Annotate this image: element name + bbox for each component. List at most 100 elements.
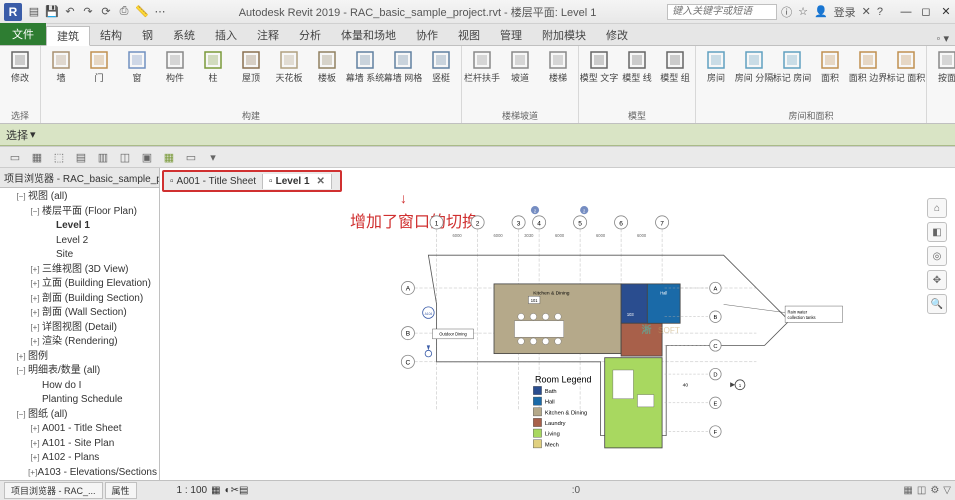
tree-toggle-icon[interactable]: [−] — [14, 409, 28, 421]
ribbon-tab[interactable]: 钢 — [132, 25, 163, 45]
nav-home-icon[interactable]: ⌂ — [927, 198, 947, 218]
ribbon-tab[interactable]: 体量和场地 — [331, 25, 406, 45]
ribbon-button[interactable]: 标记 面积 — [890, 48, 922, 84]
tree-item[interactable]: [−]图纸 (all) — [2, 408, 157, 423]
status-tab[interactable]: 属性 — [105, 482, 137, 499]
ribbon-tab[interactable]: 系统 — [163, 25, 205, 45]
ribbon-button[interactable]: 楼梯 — [542, 48, 574, 84]
ribbon-tab[interactable]: 协作 — [406, 25, 448, 45]
tree-toggle-icon[interactable]: [+] — [28, 438, 42, 450]
vc-icon[interactable]: ▦ — [28, 149, 46, 165]
ribbon-tab[interactable]: 修改 — [596, 25, 638, 45]
tree-item[interactable]: [+]图例 — [2, 350, 157, 365]
tree-toggle-icon[interactable]: [−] — [14, 191, 28, 203]
user-icon[interactable]: 👤 — [814, 5, 828, 18]
tree-item[interactable]: [−]视图 (all) — [2, 190, 157, 205]
tree-item[interactable]: Level 1 — [2, 219, 157, 234]
tree-toggle-icon[interactable]: [+] — [28, 278, 42, 290]
vc-icon[interactable]: ▾ — [204, 149, 222, 165]
ribbon-button[interactable]: 楼板 — [311, 48, 343, 84]
status-icon[interactable]: ⚙ — [930, 485, 939, 496]
ribbon-tab[interactable]: 插入 — [205, 25, 247, 45]
ribbon-button[interactable]: 幕墙 系统 — [349, 48, 381, 84]
ribbon-button[interactable]: 构件 — [159, 48, 191, 84]
nav-cube-icon[interactable]: ◧ — [927, 222, 947, 242]
tree-toggle-icon[interactable]: [+] — [14, 351, 28, 363]
vc-icon[interactable]: ▭ — [182, 149, 200, 165]
ribbon-button[interactable]: 修改 — [4, 48, 36, 84]
status-icon[interactable]: ▦ — [903, 485, 912, 496]
qat-open-icon[interactable]: ▤ — [26, 4, 42, 20]
status-icon[interactable]: ▤ — [239, 485, 248, 496]
qat-undo-icon[interactable]: ↶ — [62, 4, 78, 20]
ribbon-tab[interactable]: 分析 — [289, 25, 331, 45]
canvas[interactable]: ▫A001 - Title Sheet▫Level 1✕ ↓ 增加了窗口的切换 … — [160, 168, 955, 480]
ribbon-button[interactable]: 栏杆扶手 — [466, 48, 498, 84]
tree-item[interactable]: [−]楼层平面 (Floor Plan) — [2, 205, 157, 220]
ribbon-tab[interactable]: 视图 — [448, 25, 490, 45]
vc-icon[interactable]: ▦ — [160, 149, 178, 165]
vc-icon[interactable]: ▭ — [6, 149, 24, 165]
vc-icon[interactable]: ⬚ — [50, 149, 68, 165]
vc-icon[interactable]: ▤ — [72, 149, 90, 165]
status-icon[interactable]: ✂ — [231, 485, 239, 496]
qat-measure-icon[interactable]: 📏 — [134, 4, 150, 20]
qat-save-icon[interactable]: 💾 — [44, 4, 60, 20]
ribbon-tab[interactable]: 建筑 — [46, 26, 90, 46]
tree-item[interactable]: [+]三维视图 (3D View) — [2, 263, 157, 278]
tree-toggle-icon[interactable]: [+] — [28, 452, 42, 464]
ribbon-tab[interactable]: 结构 — [90, 25, 132, 45]
tree-item[interactable]: Level 2 — [2, 234, 157, 249]
file-tab[interactable]: 文件 — [0, 23, 46, 45]
ribbon-tab[interactable]: 注释 — [247, 25, 289, 45]
ribbon-button[interactable]: 坡道 — [504, 48, 536, 84]
tree-toggle-icon[interactable]: [+] — [28, 467, 37, 479]
close-icon[interactable]: ✕ — [317, 176, 325, 187]
qat-more-icon[interactable]: ⋯ — [152, 4, 168, 20]
help-icon[interactable]: ? — [877, 6, 883, 18]
qat-redo-icon[interactable]: ↷ — [80, 4, 96, 20]
ribbon-button[interactable]: 墙 — [45, 48, 77, 84]
status-icon[interactable]: ◫ — [917, 485, 926, 496]
tree-item[interactable]: [+]A103 - Elevations/Sections — [2, 466, 157, 481]
info-icon[interactable]: ⓘ — [781, 4, 792, 20]
view-tab[interactable]: ▫A001 - Title Sheet — [164, 174, 263, 189]
ribbon-button[interactable]: 面积 边界 — [852, 48, 884, 84]
nav-wheel-icon[interactable]: ◎ — [927, 246, 947, 266]
vc-icon[interactable]: ◫ — [116, 149, 134, 165]
login-label[interactable]: 登录 — [834, 4, 856, 20]
ribbon-tab[interactable]: 附加模块 — [532, 25, 596, 45]
tree-item[interactable]: Planting Schedule — [2, 393, 157, 408]
ribbon-button[interactable]: 门 — [83, 48, 115, 84]
tree-item[interactable]: [+]立面 (Building Elevation) — [2, 277, 157, 292]
tree-toggle-icon[interactable]: [+] — [28, 336, 42, 348]
ribbon-button[interactable]: 竖梃 — [425, 48, 457, 84]
ribbon-button[interactable]: 窗 — [121, 48, 153, 84]
ribbon-button[interactable]: 天花板 — [273, 48, 305, 84]
ribbon-button[interactable]: 模型 组 — [659, 48, 691, 84]
tree-item[interactable]: [−]明细表/数量 (all) — [2, 364, 157, 379]
qat-print-icon[interactable]: ⎙ — [116, 4, 132, 20]
tree-toggle-icon[interactable]: [+] — [28, 264, 42, 276]
ribbon-button[interactable]: 面积 — [814, 48, 846, 84]
tree-toggle-icon[interactable]: [−] — [14, 365, 28, 377]
vc-icon[interactable]: ▥ — [94, 149, 112, 165]
status-tab[interactable]: 项目浏览器 - RAC_... — [4, 482, 103, 499]
ribbon-button[interactable]: 模型 线 — [621, 48, 653, 84]
ribbon-button[interactable]: 模型 文字 — [583, 48, 615, 84]
minimize-button[interactable]: — — [897, 5, 915, 19]
tree-toggle-icon[interactable]: [+] — [28, 293, 42, 305]
tree-item[interactable]: [+]剖面 (Wall Section) — [2, 306, 157, 321]
tree-item[interactable]: Site — [2, 248, 157, 263]
tree-toggle-icon[interactable]: [−] — [28, 206, 42, 218]
maximize-button[interactable]: ◻ — [917, 5, 935, 19]
tree-item[interactable]: [+]剖面 (Building Section) — [2, 292, 157, 307]
ribbon-help-icon[interactable]: ◦ ▾ — [937, 32, 949, 45]
help-search-input[interactable] — [667, 4, 777, 20]
tree-item[interactable]: [+]A102 - Plans — [2, 451, 157, 466]
tree-toggle-icon[interactable]: [+] — [28, 322, 42, 334]
tree-item[interactable]: [+]A101 - Site Plan — [2, 437, 157, 452]
ribbon-button[interactable]: 标记 房间 — [776, 48, 808, 84]
status-filter-icon[interactable]: ▽ — [943, 485, 951, 496]
tree-item[interactable]: How do I — [2, 379, 157, 394]
